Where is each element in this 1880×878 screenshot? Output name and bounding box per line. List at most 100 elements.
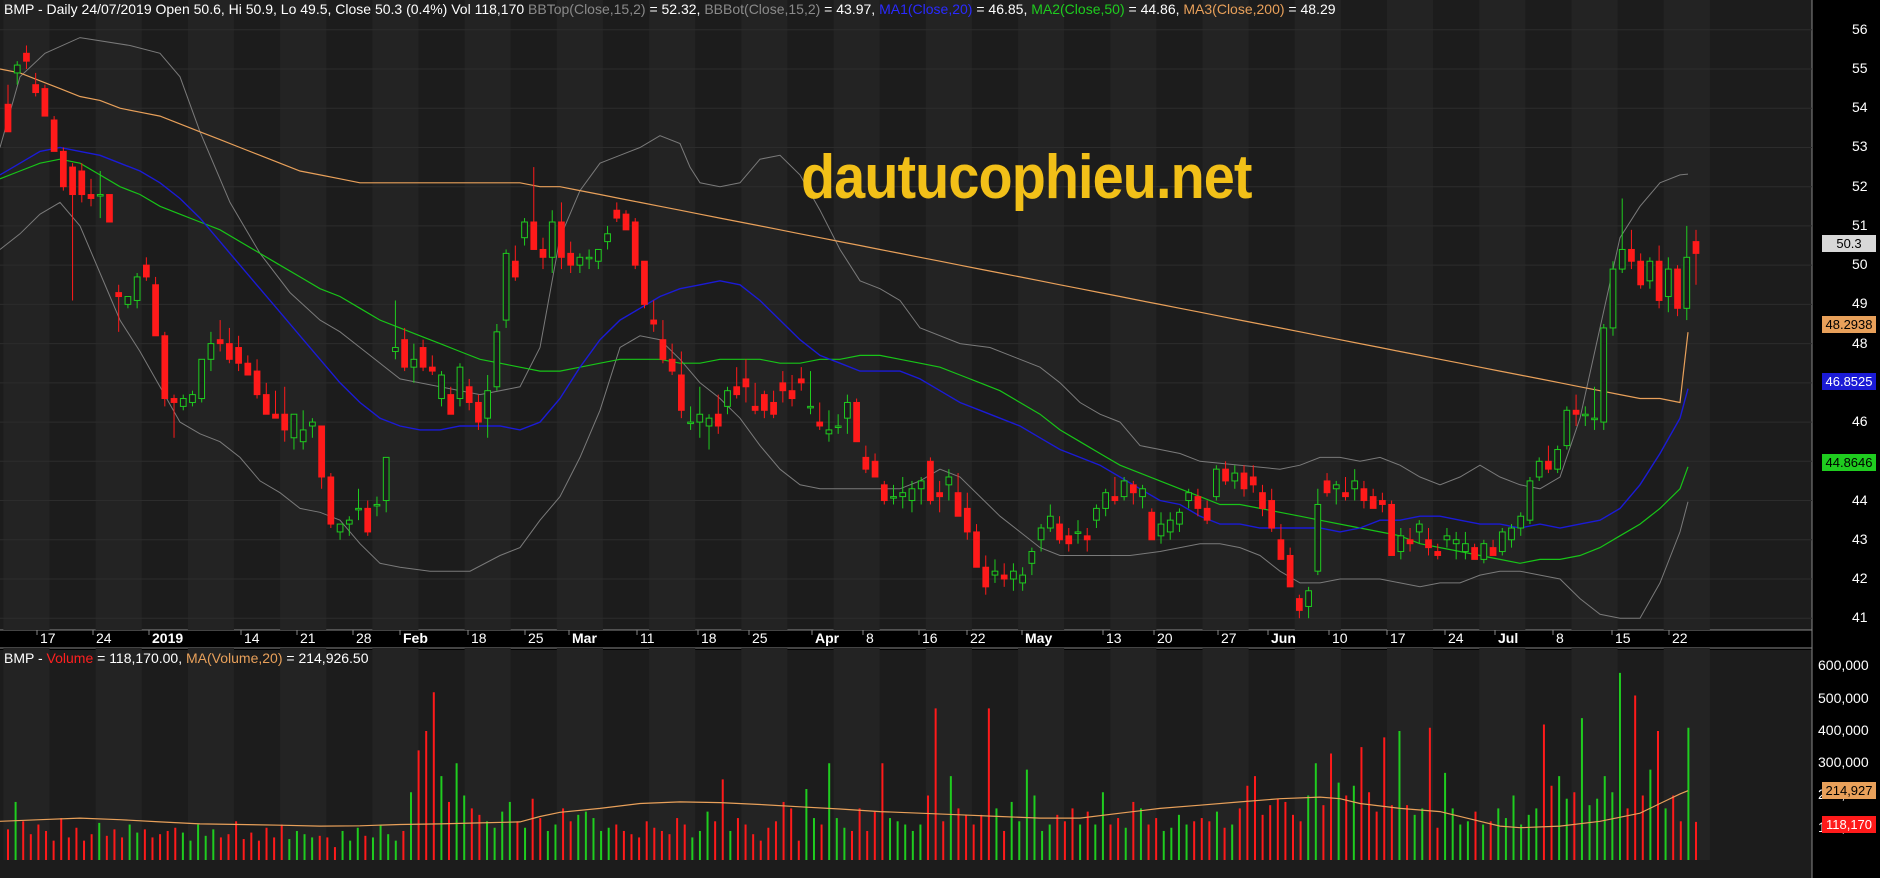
- candle-body: [1498, 531, 1506, 553]
- ma1-value: = 46.85,: [972, 1, 1028, 17]
- candle-body: [1628, 248, 1635, 262]
- bbtop-value: = 52.32,: [645, 1, 701, 17]
- watermark: dautucophieu.net: [801, 143, 1252, 212]
- candle-body: [1056, 523, 1063, 541]
- week-band: [649, 648, 696, 860]
- candle-body: [207, 343, 215, 360]
- time-tick-label: 22: [970, 630, 986, 646]
- candle-body: [1369, 496, 1377, 509]
- candle-body: [1342, 492, 1349, 498]
- candle-body: [936, 492, 943, 498]
- candle-body: [1277, 539, 1285, 560]
- candle-body: [1415, 523, 1423, 533]
- candle-body: [890, 496, 897, 499]
- candle-body: [13, 64, 21, 74]
- candle-body: [1618, 248, 1626, 270]
- candle-body: [87, 194, 95, 199]
- vol-ma-tag: 214,927: [1822, 782, 1876, 799]
- candle-body: [1176, 511, 1183, 525]
- week-band: [1479, 648, 1526, 860]
- candle-body: [4, 103, 12, 133]
- candle-body: [622, 213, 630, 231]
- chart-canvas: [0, 0, 1880, 878]
- candle-body: [198, 358, 206, 400]
- candle-body: [1157, 523, 1165, 537]
- time-tick-label: 18: [701, 630, 717, 646]
- candle-body: [1037, 527, 1045, 541]
- candle-body: [1646, 260, 1654, 282]
- candle-body: [115, 292, 123, 298]
- ma3-value: = 48.29: [1284, 1, 1336, 17]
- candle-body: [677, 374, 685, 411]
- candle-body: [1581, 413, 1589, 417]
- candle-body: [1563, 409, 1571, 447]
- candle-body: [714, 413, 722, 427]
- stock-chart: BMP - Daily 24/07/2019 Open 50.6, Hi 50.…: [0, 0, 1880, 878]
- time-tick-label: 16: [922, 630, 938, 646]
- candle-body: [1674, 268, 1681, 309]
- candle-body: [1545, 460, 1552, 470]
- candle-body: [1231, 472, 1239, 482]
- week-band: [741, 0, 788, 630]
- candle-body: [401, 339, 408, 368]
- candle-body: [576, 256, 584, 266]
- candle-body: [345, 519, 353, 525]
- price-tick-label: 46: [1852, 413, 1868, 430]
- candle-body: [355, 507, 362, 511]
- week-band: [187, 648, 234, 860]
- candle-body: [1028, 551, 1036, 564]
- candle-body: [1406, 539, 1414, 545]
- candle-body: [1194, 496, 1202, 509]
- bbbot-label: BBBot(Close,15,2): [704, 1, 821, 17]
- candle-body: [290, 413, 298, 439]
- candle-body: [1452, 539, 1460, 545]
- candle-body: [899, 492, 907, 498]
- week-band: [925, 648, 972, 860]
- candle-body: [1683, 256, 1691, 309]
- candle-body: [1480, 543, 1488, 560]
- candle-body: [834, 425, 842, 428]
- candle-body: [1609, 268, 1617, 329]
- candle-body: [807, 405, 814, 409]
- candle-body: [1692, 241, 1700, 254]
- candle-body: [1259, 492, 1266, 509]
- candle-body: [862, 456, 870, 470]
- ma3-label: MA3(Close,200): [1183, 1, 1285, 17]
- candle-body: [650, 319, 658, 325]
- price-tick-label: 56: [1852, 20, 1868, 37]
- time-tick-label: 28: [356, 630, 372, 646]
- week-band: [556, 0, 603, 630]
- candle-body: [1572, 409, 1580, 415]
- candle-body: [908, 488, 916, 502]
- candle-body: [1296, 598, 1303, 611]
- candle-body: [1591, 417, 1598, 421]
- candle-body: [1397, 535, 1405, 553]
- candle-body: [272, 413, 279, 419]
- ma2-label: MA2(Close,50): [1031, 1, 1125, 17]
- time-tick-label: Mar: [572, 630, 597, 646]
- price-tick-label: 55: [1852, 60, 1868, 76]
- candle-body: [1166, 519, 1174, 533]
- candle-body: [1212, 468, 1220, 498]
- candle-body: [1517, 515, 1525, 529]
- week-band: [280, 648, 327, 860]
- time-tick-label: 24: [96, 630, 112, 646]
- volume-value: = 118,170.00,: [93, 650, 186, 666]
- candle-body: [1019, 574, 1027, 584]
- candle-body: [1360, 488, 1368, 502]
- volume-tag: 118,170: [1822, 816, 1876, 833]
- candle-body: [825, 429, 833, 435]
- week-band: [1386, 648, 1434, 860]
- time-tick-label: Feb: [403, 630, 428, 646]
- time-tick-label: May: [1025, 630, 1053, 646]
- time-tick-label: 8: [1556, 630, 1564, 646]
- candle-body: [1351, 480, 1359, 490]
- week-band: [741, 648, 788, 860]
- price-tick-label: 53: [1852, 138, 1868, 155]
- candle-body: [428, 366, 436, 372]
- candle-body: [853, 401, 860, 443]
- time-tick-label: Jul: [1498, 630, 1519, 646]
- ma2-price-tag: 44.8646: [1822, 454, 1876, 471]
- candle-body: [779, 382, 787, 392]
- candle-body: [963, 507, 971, 533]
